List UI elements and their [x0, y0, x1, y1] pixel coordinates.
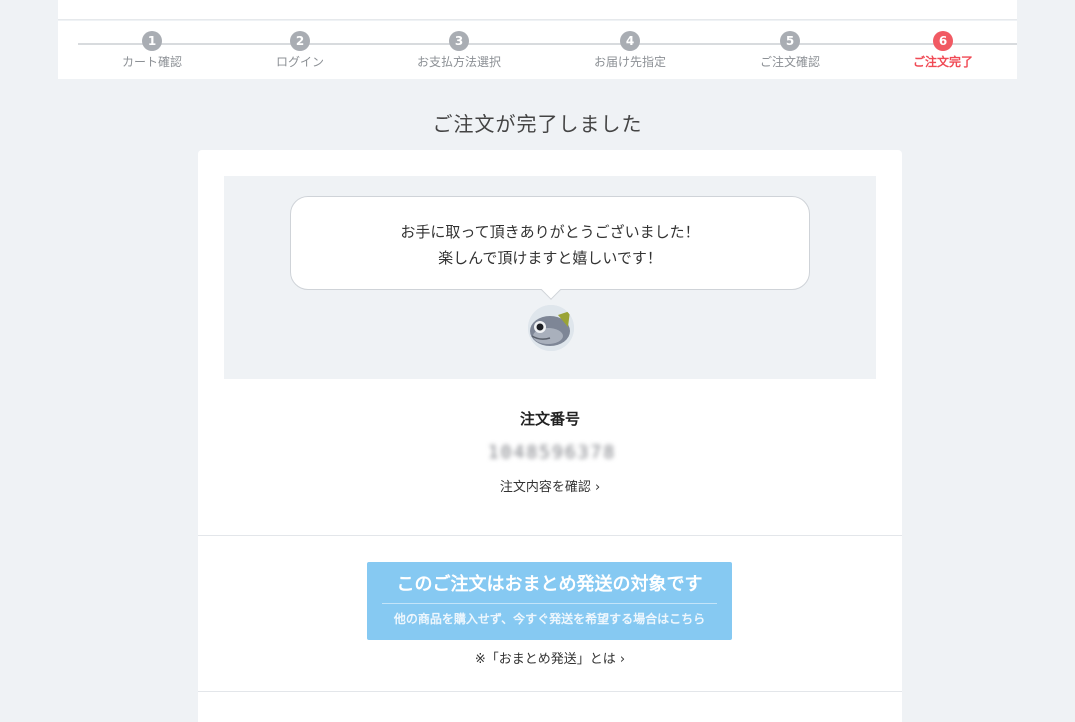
step-delivery-address: 4 お届け先指定: [560, 31, 700, 70]
step-label: ご注文確認: [759, 55, 820, 69]
header-strip: [58, 0, 1017, 20]
step-payment-method: 3 お支払方法選択: [389, 31, 529, 70]
step-label: ログイン: [275, 55, 324, 69]
step-order-review: 5 ご注文確認: [720, 31, 860, 70]
page-title: ご注文が完了しました: [432, 112, 643, 136]
step-cart-confirm: 1 カート確認: [82, 31, 222, 70]
bundle-shipping-title: このご注文はおまとめ発送の対象です: [396, 574, 703, 595]
speech-bubble: お手に取って頂きありがとうございました！ 楽しんで頂けますと嬉しいです！: [290, 196, 810, 290]
step-number: 6: [933, 31, 953, 51]
thank-you-panel: お手に取って頂きありがとうございました！ 楽しんで頂けますと嬉しいです！: [224, 176, 876, 379]
order-number-text: 1048596378: [487, 441, 617, 463]
step-number: 5: [780, 31, 800, 51]
fish-avatar-icon: [528, 305, 574, 351]
section-divider: [198, 535, 902, 536]
view-order-details-link[interactable]: 注文内容を確認 ›: [198, 476, 902, 495]
step-login: 2 ログイン: [230, 31, 370, 70]
step-number: 2: [290, 31, 310, 51]
checkout-progress-stepper: 1 カート確認 2 ログイン 3 お支払方法選択 4 お届け先指定 5 ご注文確…: [58, 21, 1017, 79]
step-number: 1: [142, 31, 162, 51]
order-number-value: 1048596378: [480, 440, 624, 464]
ship-now-text: 他の商品を購入せず、今すぐ発送を希望する場合はこちら: [393, 612, 706, 626]
step-number: 3: [449, 31, 469, 51]
step-label: カート確認: [121, 55, 182, 69]
order-complete-card: お手に取って頂きありがとうございました！ 楽しんで頂けますと嬉しいです！ 注文番…: [198, 150, 902, 722]
ship-now-button[interactable]: このご注文はおまとめ発送の対象です 他の商品を購入せず、今すぐ発送を希望する場合…: [367, 562, 732, 640]
step-label: お届け先指定: [593, 55, 666, 69]
step-order-complete: 6 ご注文完了: [873, 31, 1013, 70]
thank-you-line-2: 楽しんで頂けますと嬉しいです！: [438, 249, 662, 267]
step-label: ご注文完了: [912, 55, 973, 69]
button-divider: [382, 603, 717, 604]
bundle-shipping-info-link[interactable]: ※「おまとめ発送」とは ›: [198, 648, 902, 667]
thank-you-line-1: お手に取って頂きありがとうございました！: [400, 223, 700, 241]
step-label: お支払方法選択: [416, 55, 501, 69]
step-number: 4: [620, 31, 640, 51]
section-divider: [198, 691, 902, 692]
order-number-label: 注文番号: [519, 410, 580, 428]
